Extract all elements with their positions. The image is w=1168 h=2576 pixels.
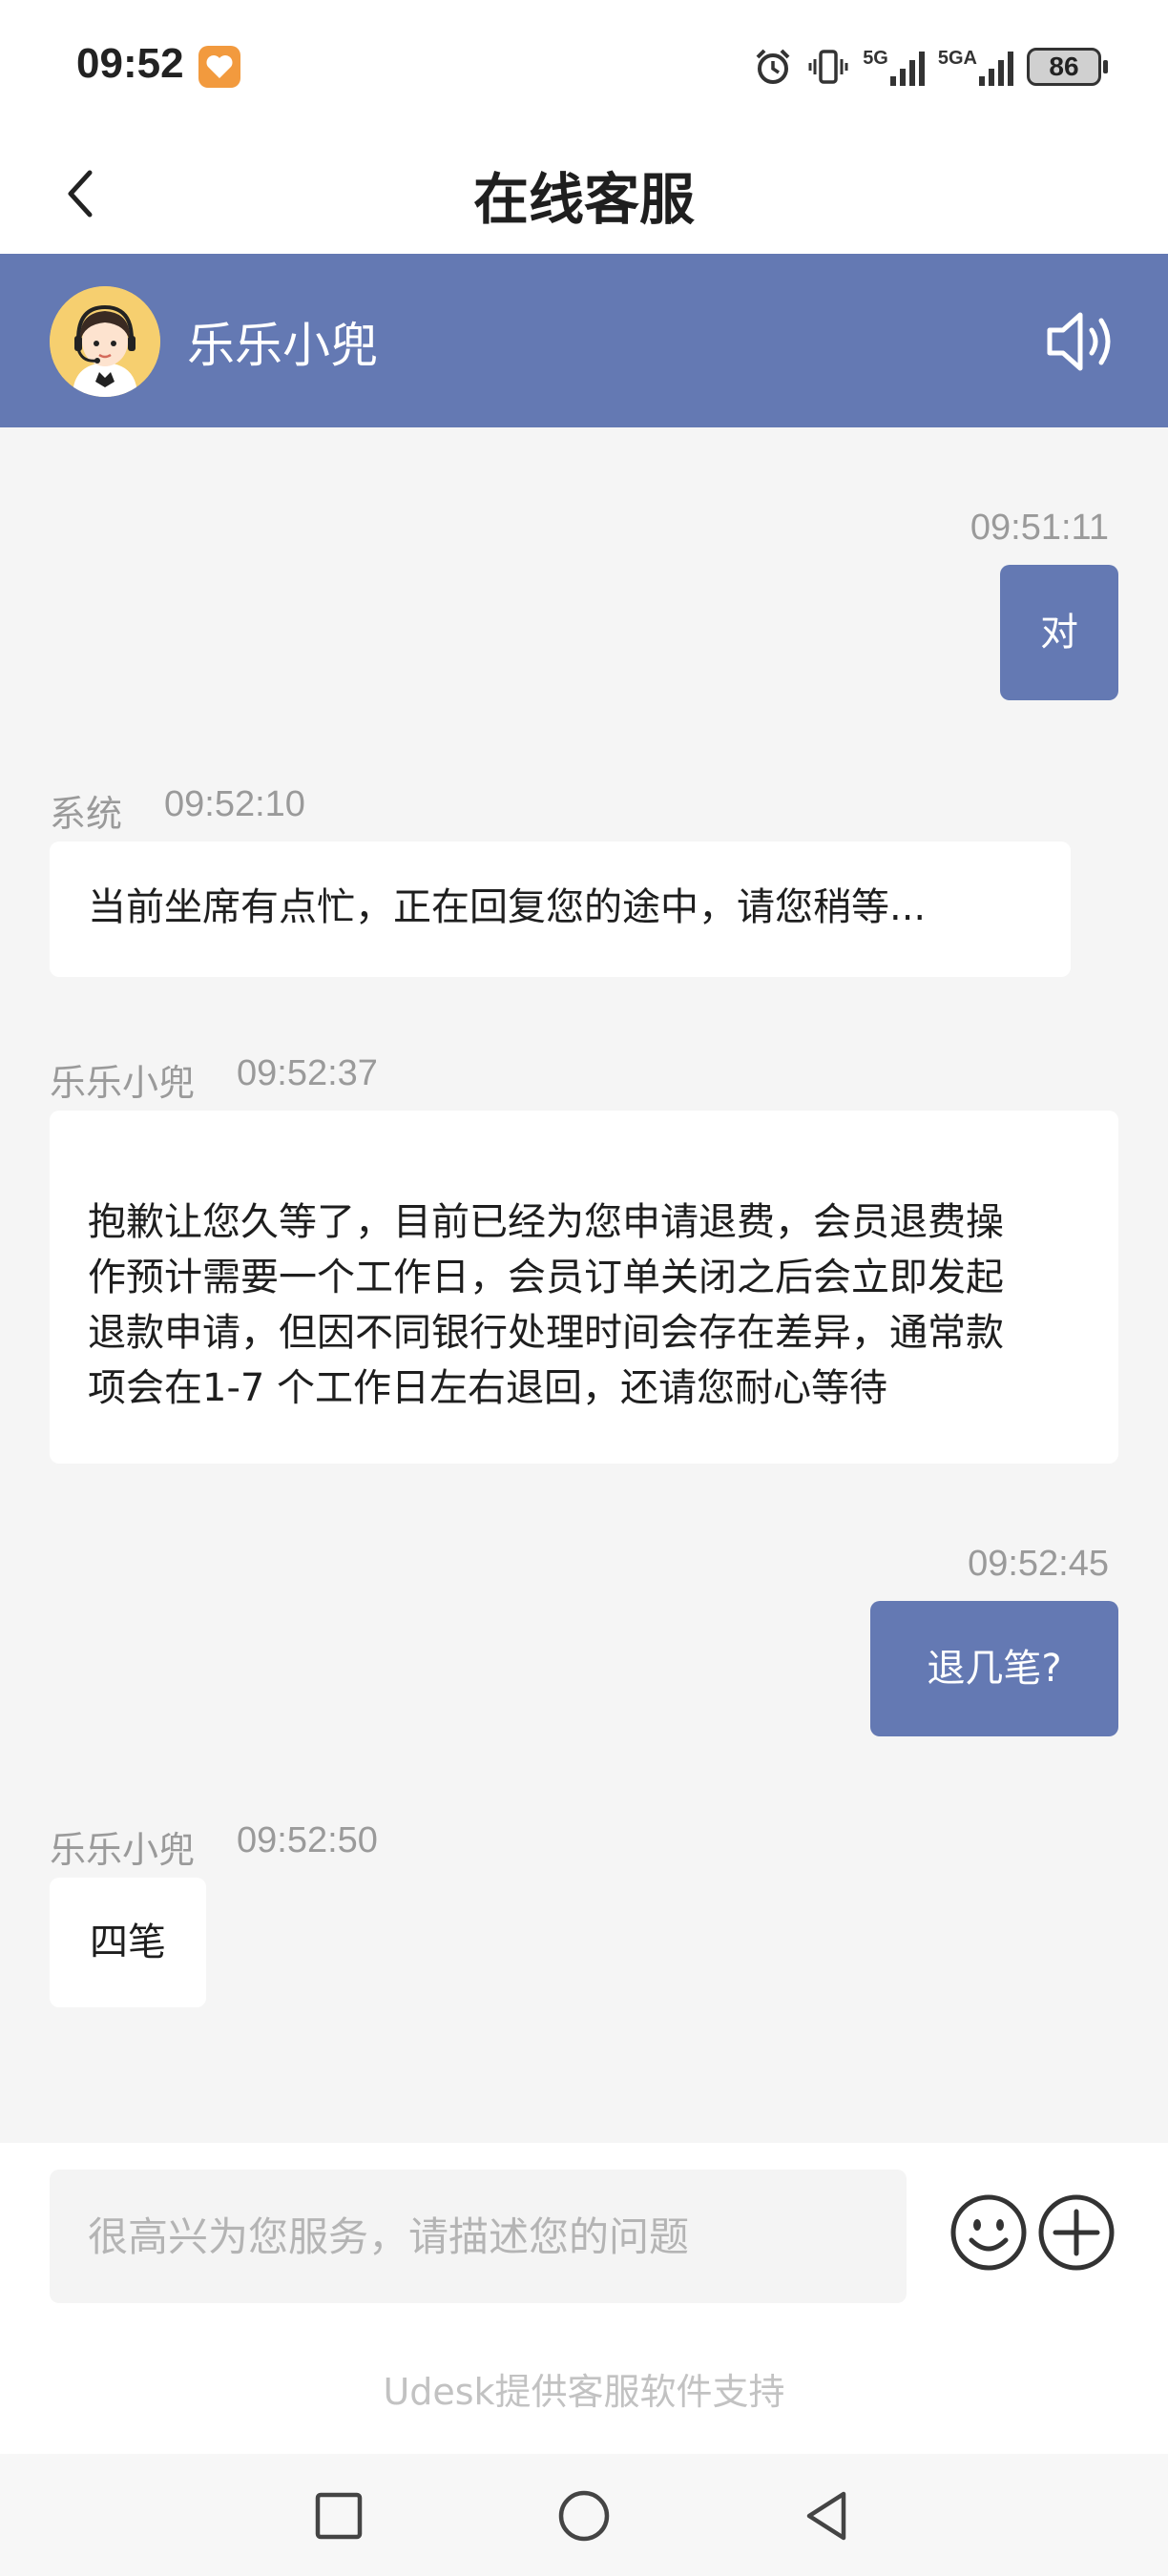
message-input[interactable] (50, 2170, 907, 2303)
message-timestamp: 09:51:11 (970, 508, 1109, 548)
message-text-line: 作预计需要一个工作日，会员订单关闭之后会立即发起 (88, 1256, 1004, 1299)
battery-level: 86 (1049, 52, 1079, 81)
incoming-message-bubble[interactable]: 当前坐席有点忙，正在回复您的途中，请您稍等... (50, 841, 1071, 977)
signal-5g-label: 5G (863, 48, 888, 69)
message-text: 当前坐席有点忙，正在回复您的途中，请您稍等... (88, 885, 927, 929)
message-meta: 乐乐小兜 09:52:37 (50, 1053, 378, 1106)
message-text-line: 退款申请，但因不同银行处理时间会存在差异，通常款 (88, 1311, 1004, 1355)
speaker-button[interactable] (1042, 303, 1118, 380)
battery-indicator: 86 (1027, 48, 1108, 86)
signal-5g-icon: 5G (863, 48, 925, 86)
agent-avatar[interactable] (50, 286, 160, 397)
signal-5ga-label: 5GA (937, 48, 977, 69)
emoji-button[interactable] (949, 2192, 1029, 2273)
triangle-back-icon (806, 2491, 846, 2541)
page-title: 在线客服 (472, 167, 695, 232)
status-bar: 09:52 5G 5GA 86 (0, 0, 1168, 134)
message-text-line: 项会在1-7 个工作日左右退回，还请您耐心等待 (88, 1366, 888, 1410)
headset-agent-avatar-icon (50, 286, 160, 397)
composer: Udesk提供客服软件支持 (0, 2143, 1168, 2454)
message-text: 退几笔? (927, 1647, 1062, 1691)
status-indicators: 5G 5GA 86 (752, 42, 1108, 92)
app-notification-icon (198, 46, 240, 88)
vibrate-icon (807, 46, 849, 88)
title-bar: 在线客服 (0, 134, 1168, 254)
message-timestamp: 09:52:10 (164, 784, 305, 824)
message-timestamp: 09:52:50 (237, 1820, 378, 1860)
message-text-line: 抱歉让您久等了，目前已经为您申请退费，会员退费操 (88, 1200, 1004, 1244)
more-options-button[interactable] (1036, 2192, 1116, 2273)
chat-area[interactable]: 09:51:11 对 系统 09:52:10 当前坐席有点忙，正在回复您的途中，… (0, 427, 1168, 2145)
message-text: 四笔 (90, 1921, 166, 1964)
system-nav-bar (0, 2454, 1168, 2576)
message-timestamp: 09:52:45 (968, 1544, 1109, 1584)
powered-by-text: Udesk提供客服软件支持 (383, 2371, 785, 2413)
signal-5ga-icon: 5GA (938, 48, 1013, 86)
agent-name: 乐乐小兜 (187, 318, 378, 373)
circle-icon (558, 2490, 610, 2542)
sender-name: 乐乐小兜 (50, 1062, 196, 1104)
status-time: 09:52 (76, 40, 184, 87)
incoming-message-bubble[interactable]: 抱歉让您久等了，目前已经为您申请退费，会员退费操 作预计需要一个工作日，会员订单… (50, 1111, 1118, 1464)
message-meta: 乐乐小兜 09:52:50 (50, 1820, 378, 1873)
message-meta: 系统 09:52:10 (50, 784, 305, 837)
square-icon (315, 2492, 363, 2540)
recents-button[interactable] (305, 2483, 372, 2549)
outgoing-message-bubble[interactable]: 对 (1000, 565, 1118, 700)
smiley-icon (950, 2194, 1027, 2271)
plus-circle-icon (1038, 2194, 1115, 2271)
alarm-icon (752, 46, 794, 88)
nav-back-button[interactable] (794, 2483, 861, 2549)
sender-name: 系统 (50, 793, 123, 835)
message-timestamp: 09:52:37 (237, 1053, 378, 1093)
agent-header: 乐乐小兜 (0, 254, 1168, 427)
message-text: 对 (1040, 611, 1078, 654)
incoming-message-bubble[interactable]: 四笔 (50, 1878, 206, 2007)
home-button[interactable] (551, 2483, 617, 2549)
speaker-icon (1047, 312, 1111, 371)
sender-name: 乐乐小兜 (50, 1829, 196, 1871)
outgoing-message-bubble[interactable]: 退几笔? (870, 1601, 1118, 1736)
